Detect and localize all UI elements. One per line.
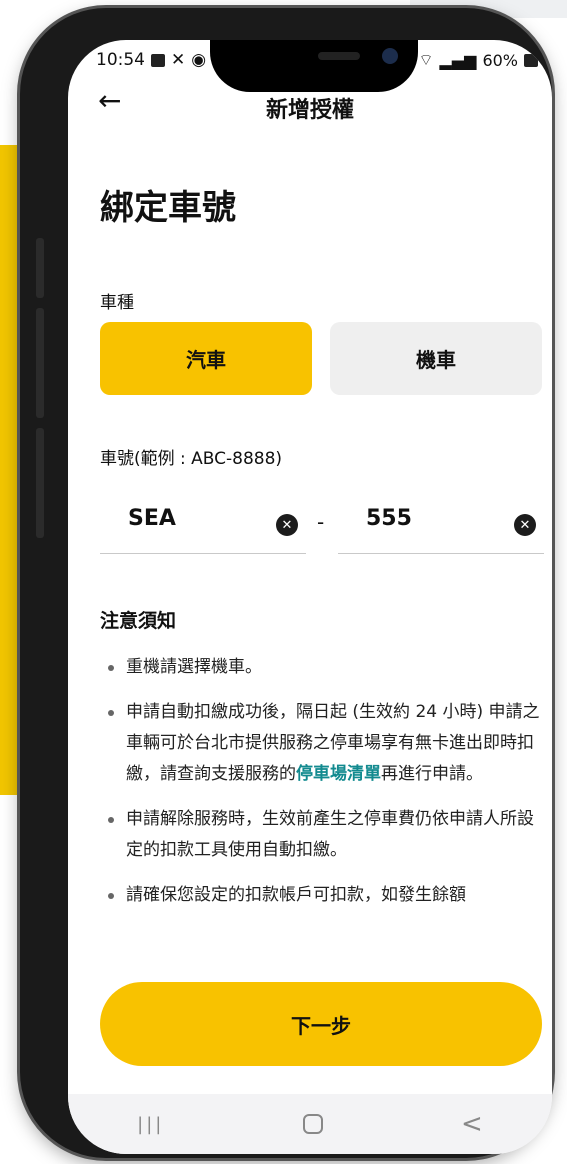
recent-apps-icon[interactable]: |||	[137, 1114, 164, 1135]
status-bar-right: ⌔ ▂▄▆ 60%	[418, 50, 538, 70]
notice-text: 重機請選擇機車。	[126, 657, 262, 677]
notice-text: 請確保您設定的扣款帳戶可扣款，如發生餘額	[126, 885, 466, 905]
home-icon[interactable]	[302, 1114, 323, 1134]
plate-number-label: 車號(範例 : ABC-8888)	[100, 449, 283, 469]
notice-item: 請確保您設定的扣款帳戶可扣款，如發生餘額	[100, 880, 548, 911]
notice-item: 申請解除服務時，生效前產生之停車費仍依申請人所設定的扣款工具使用自動扣繳。	[100, 804, 548, 866]
signal-icon: ▂▄▆	[439, 50, 477, 70]
clear-icon[interactable]: ✕	[514, 514, 536, 536]
battery-icon	[524, 53, 538, 67]
notice-text: 再進行申請。	[381, 764, 483, 784]
system-back-icon[interactable]: <	[461, 1109, 483, 1139]
stage: 10:54 ✕ ◉ ⌔ ▂▄▆ 60% ← 新增授權 綁定車號 車種 汽車 機車…	[0, 0, 567, 1164]
page-title: 綁定車號	[100, 188, 236, 228]
camera-notch	[210, 40, 418, 92]
x-notification-icon: ✕	[171, 50, 186, 70]
vehicle-type-car-button[interactable]: 汽車	[100, 322, 312, 395]
wifi-icon: ⌔	[418, 50, 434, 69]
notice-item: 重機請選擇機車。	[100, 652, 548, 683]
phone-frame: 10:54 ✕ ◉ ⌔ ▂▄▆ 60% ← 新增授權 綁定車號 車種 汽車 機車…	[20, 8, 552, 1158]
parking-list-link[interactable]: 停車場清單	[296, 764, 381, 784]
plate-number-value: 555	[366, 506, 412, 531]
plate-prefix-input[interactable]: SEA ✕	[100, 498, 306, 554]
vehicle-type-motorcycle-button[interactable]: 機車	[330, 322, 542, 395]
notice-item: 申請自動扣繳成功後，隔日起 (生效約 24 小時) 申請之車輛可於台北市提供服務…	[100, 697, 548, 790]
plate-separator: -	[317, 510, 325, 534]
header-title: 新增授權	[265, 98, 354, 123]
system-nav-bar: ||| <	[68, 1094, 552, 1154]
notice-text: 申請解除服務時，生效前產生之停車費仍依申請人所設定的扣款工具使用自動扣繳。	[126, 809, 534, 860]
vehicle-type-label: 車種	[100, 293, 134, 313]
notice-title: 注意須知	[100, 610, 177, 632]
next-step-button[interactable]: 下一步	[100, 982, 542, 1066]
notice-list: 重機請選擇機車。 申請自動扣繳成功後，隔日起 (生效約 24 小時) 申請之車輛…	[100, 652, 548, 925]
clear-icon[interactable]: ✕	[276, 514, 298, 536]
status-time: 10:54	[96, 50, 145, 70]
chrome-notification-icon: ◉	[191, 50, 207, 70]
side-button	[36, 238, 44, 298]
plate-number-input[interactable]: 555 ✕	[338, 498, 544, 554]
phone-screen: 10:54 ✕ ◉ ⌔ ▂▄▆ 60% ← 新增授權 綁定車號 車種 汽車 機車…	[68, 40, 552, 1154]
camera-icon	[382, 48, 398, 64]
side-button	[36, 308, 44, 418]
side-button	[36, 428, 44, 538]
plate-prefix-value: SEA	[128, 506, 176, 531]
battery-percent: 60%	[482, 50, 518, 70]
status-bar-left: 10:54 ✕ ◉	[96, 50, 206, 70]
speaker-grille	[318, 52, 360, 60]
image-notification-icon	[151, 53, 165, 67]
